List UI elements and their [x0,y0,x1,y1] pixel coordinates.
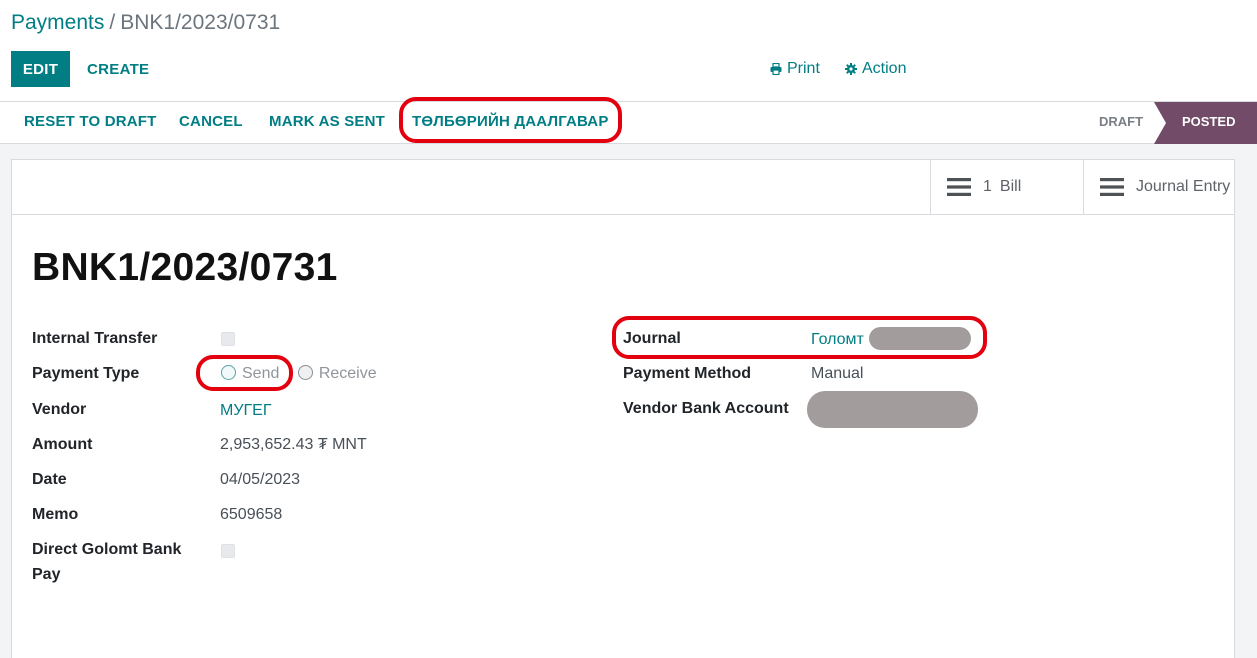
payment-order-button[interactable]: ТӨЛБӨРИЙН ДААЛГАВАР [412,102,609,144]
print-icon [770,63,782,75]
gear-icon [845,63,857,75]
print-dropdown[interactable]: Print [770,58,820,80]
direct-golomt-label-line1: Direct Golomt Bank [32,541,182,558]
vendor-label: Vendor [32,401,87,418]
stage-posted[interactable]: POSTED [1154,102,1257,144]
internal-transfer-label: Internal Transfer [32,330,158,347]
internal-transfer-checkbox[interactable] [221,332,235,346]
payment-type-send-option[interactable]: Send [221,365,279,382]
vendor-bank-account-label: Vendor Bank Account [623,400,789,417]
print-label: Print [787,60,820,77]
mark-as-sent-button[interactable]: MARK AS SENT [269,102,385,144]
cancel-button[interactable]: CANCEL [179,102,243,144]
payment-method-value: Manual [811,365,864,382]
memo-label: Memo [32,506,79,523]
action-label: Action [862,60,907,77]
journal-redaction [869,327,971,350]
receive-radio-label: Receive [318,365,377,382]
vendor-bank-account-redaction [807,391,978,428]
bill-smart-button[interactable]: 1 Bill [930,160,1083,214]
direct-golomt-checkbox[interactable] [221,544,235,558]
breadcrumb: Payments / BNK1/2023/0731 [11,9,280,37]
action-dropdown[interactable]: Action [845,58,906,80]
journal-entry-label: Journal Entry [1136,178,1231,195]
payment-method-label: Payment Method [623,365,752,382]
direct-golomt-label-line2: Pay [32,566,61,583]
edit-button[interactable]: EDIT [11,51,70,87]
list-icon [1100,177,1124,197]
date-value: 04/05/2023 [220,471,301,488]
amount-value: 2,953,652.43 ₮ MNT [220,436,367,453]
payment-type-receive-option[interactable]: Receive [297,365,377,382]
vendor-link[interactable]: МУГЕГ [220,398,272,423]
direct-golomt-label: Direct Golomt Bank Pay [32,537,181,587]
payment-type-radio-group: Send Receive [221,361,377,386]
control-panel: Payments / BNK1/2023/0731 EDIT CREATE Prin… [0,0,1257,102]
date-label: Date [32,471,67,488]
stage-draft[interactable]: DRAFT [1099,102,1143,144]
send-radio[interactable] [221,365,236,380]
journal-entry-smart-button[interactable]: Journal Entry [1083,160,1235,214]
record-title: BNK1/2023/0731 [32,246,338,289]
bill-label: Bill [999,178,1022,195]
memo-value: 6509658 [220,506,283,523]
reset-to-draft-button[interactable]: RESET TO DRAFT [24,102,157,144]
payment-type-label: Payment Type [32,365,140,382]
bill-count: 1 [983,178,992,195]
journal-link[interactable]: Голомт [811,327,864,352]
receive-radio[interactable] [297,365,313,380]
statusbar: RESET TO DRAFT CANCEL MARK AS SENT ТӨЛБӨ… [0,102,1257,144]
journal-label: Journal [623,330,681,347]
amount-label: Amount [32,436,93,453]
send-radio-label: Send [242,365,280,382]
breadcrumb-separator: / [109,11,116,34]
list-icon [947,177,971,197]
form-sheet: 1 Bill Journal Entry BNK1/2023/0731 Inte… [11,159,1235,658]
smart-button-box: 1 Bill Journal Entry [12,160,1234,215]
breadcrumb-payments-link[interactable]: Payments [11,11,104,34]
create-button[interactable]: CREATE [75,51,161,87]
breadcrumb-current: BNK1/2023/0731 [120,11,281,34]
